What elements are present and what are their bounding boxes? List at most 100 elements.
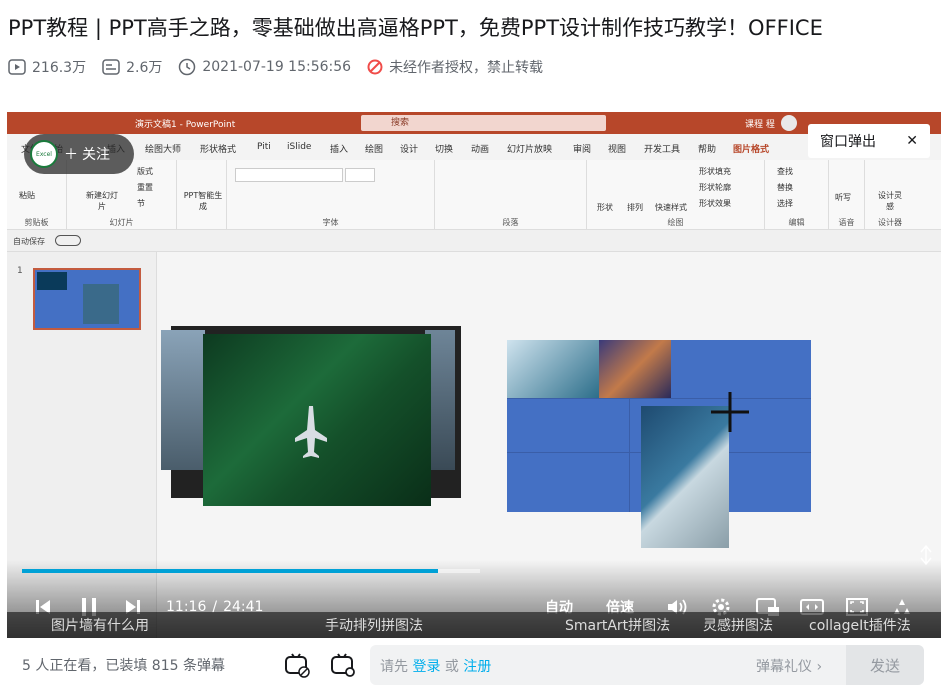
ppt-slide-thumbnail <box>33 268 141 330</box>
ribbon-group-label: 设计器 <box>878 218 902 227</box>
ribbon-group-label: 幻灯片 <box>109 218 134 227</box>
video-title: PPT教程 | PPT高手之路，零基础做出高逼格PPT，免费PPT设计制作技巧教… <box>8 16 823 40</box>
ribbon-group-paragraph: 段落 <box>435 160 587 230</box>
follow-label: 关注 <box>82 147 110 163</box>
pip-pin-icon[interactable] <box>918 544 934 566</box>
ppt-menu-item: 动画 <box>471 145 490 155</box>
ribbon-shape-outline: 形状轮廓 <box>699 183 731 192</box>
publish-date: 2021-07-19 15:56:56 <box>178 58 351 76</box>
ribbon-group-label: 字体 <box>322 218 339 227</box>
ribbon-group-font: 字体 <box>227 160 435 230</box>
progress-fill <box>22 569 438 573</box>
avatar-text: Excel <box>36 150 52 158</box>
uploader-avatar[interactable]: Excel <box>30 140 58 168</box>
chapter-item[interactable]: 手动排列拼图法 <box>325 615 423 635</box>
ribbon-group-drawing: 形状 排列 快速样式 形状填充 形状轮廓 形状效果 绘图 <box>587 160 765 230</box>
chapter-bar: 图片墙有什么用 手动排列拼图法 SmartArt拼图法 灵感拼图法 collag… <box>7 612 941 638</box>
ribbon-shape-fill: 形状填充 <box>699 167 731 176</box>
ppt-menu-item: 幻灯片放映 <box>507 145 553 155</box>
follow-button[interactable]: Excel ＋ 关注 <box>24 134 134 174</box>
danmaku-input[interactable]: 请先 登录 或 注册 弹幕礼仪 › <box>370 645 924 685</box>
ribbon-ppt-ai: PPT智能生成 <box>183 191 223 211</box>
ppt-menu-item: Piti <box>257 142 271 152</box>
ppt-menu-item: 切换 <box>435 145 454 155</box>
ribbon-select: 选择 <box>777 199 793 208</box>
play-count-icon <box>8 59 26 75</box>
font-size-select <box>345 168 375 182</box>
views-stat: 216.3万 <box>8 57 86 77</box>
ppt-menu-item: 视图 <box>608 145 627 155</box>
login-link[interactable]: 登录 <box>412 659 440 675</box>
ppt-menu-item: 绘图 <box>365 145 384 155</box>
ppt-title-bar: 演示文稿1 - PowerPoint 搜索 课程 程 <box>7 112 941 134</box>
ppt-search-label: 搜索 <box>391 118 410 128</box>
danmaku-settings-icon[interactable] <box>330 652 356 678</box>
close-icon[interactable]: ✕ <box>906 133 918 149</box>
ribbon-new-slide: 新建幻灯片 <box>86 191 118 211</box>
ppt-menu-item: 绘图大师 <box>145 145 182 155</box>
forbidden-icon <box>367 59 383 75</box>
chapter-item[interactable]: collageIt插件法 <box>809 615 911 635</box>
plus-icon: ＋ <box>64 147 78 163</box>
danmaku-etiquette-link[interactable]: 弹幕礼仪 › <box>756 656 822 676</box>
clock-icon <box>179 58 196 76</box>
copyright-notice: 未经作者授权，禁止转载 <box>367 57 543 77</box>
wave-photo <box>507 340 599 398</box>
ribbon-paste: 粘贴 <box>19 191 35 200</box>
popout-label: 窗口弹出 <box>820 134 876 150</box>
ppt-autosave-label: 自动保存 <box>13 237 45 246</box>
views-count: 216.3万 <box>32 60 87 76</box>
ppt-slide-number: 1 <box>17 266 23 276</box>
ribbon-design-ideas: 设计灵感 <box>878 191 902 211</box>
danmaku-toggle-icon[interactable] <box>284 652 310 678</box>
ribbon-shape-effects: 形状效果 <box>699 199 731 208</box>
ribbon-group-label: 剪贴板 <box>24 218 49 227</box>
ppt-menu-item: 帮助 <box>698 145 717 155</box>
ppt-menu-bar: 文件 开始 插入 绘图大师 形状格式 Piti iSlide 插入 绘图 设计 … <box>7 134 941 160</box>
danmaku-input-hint: 请先 登录 或 注册 <box>380 656 491 676</box>
chapter-item[interactable]: 灵感拼图法 <box>703 615 773 635</box>
ppt-user-name: 课程 程 <box>745 120 775 130</box>
ppt-menu-item: 审阅 <box>573 145 592 155</box>
airplane-icon <box>295 406 327 458</box>
ppt-menu-item: iSlide <box>287 142 312 152</box>
forest-airplane-photo <box>203 334 431 506</box>
danmaku-count: 2.6万 <box>126 60 163 76</box>
ppt-quick-access: 自动保存 <box>7 230 941 252</box>
ppt-search-box: 搜索 <box>361 115 606 131</box>
ribbon-quick-styles: 快速样式 <box>655 203 687 212</box>
ribbon-group-label: 段落 <box>502 218 519 227</box>
register-link[interactable]: 注册 <box>463 659 491 675</box>
send-button[interactable]: 发送 <box>846 645 924 685</box>
ppt-menu-item: 形状格式 <box>200 145 237 155</box>
date-text: 2021-07-19 15:56:56 <box>202 59 352 75</box>
ribbon-layout: 版式 <box>137 167 153 176</box>
ribbon-dictate: 听写 <box>835 193 851 202</box>
viewer-count: 5 人正在看，已装填 815 条弹幕 <box>22 658 225 674</box>
chapter-item[interactable]: 图片墙有什么用 <box>51 615 149 635</box>
hint-or: 或 <box>444 659 459 675</box>
danmaku-stat: 2.6万 <box>102 57 162 77</box>
city-night-photo <box>599 340 671 398</box>
ppt-menu-item: 设计 <box>400 145 419 155</box>
video-meta: 216.3万 2.6万 2021-07-19 15:56:56 未经作者授权，禁… <box>8 56 559 78</box>
popout-window-button[interactable]: 窗口弹出 ✕ <box>808 124 930 158</box>
ribbon-group-ppt-ai: PPT智能生成 <box>177 160 227 230</box>
send-label: 发送 <box>869 656 900 675</box>
hint-prefix: 请先 <box>380 659 408 675</box>
ribbon-group-label: 绘图 <box>667 218 684 227</box>
ppt-menu-item: 插入 <box>330 145 349 155</box>
font-name-select <box>235 168 343 182</box>
ppt-menu-item-active: 图片格式 <box>733 145 770 155</box>
ribbon-group-label: 编辑 <box>788 218 805 227</box>
chevron-right-icon: › <box>816 659 823 675</box>
move-cursor-icon <box>711 392 749 432</box>
ribbon-find: 查找 <box>777 167 793 176</box>
ribbon-reset: 重置 <box>137 183 153 192</box>
ribbon-group-voice: 听写 语音 <box>829 160 865 230</box>
photo-stack-left <box>161 330 205 470</box>
chapter-item[interactable]: SmartArt拼图法 <box>565 615 670 635</box>
ppt-autosave-toggle <box>55 235 81 246</box>
ribbon-section: 节 <box>137 199 145 208</box>
ribbon-group-designer: 设计灵感 设计器 <box>865 160 915 230</box>
